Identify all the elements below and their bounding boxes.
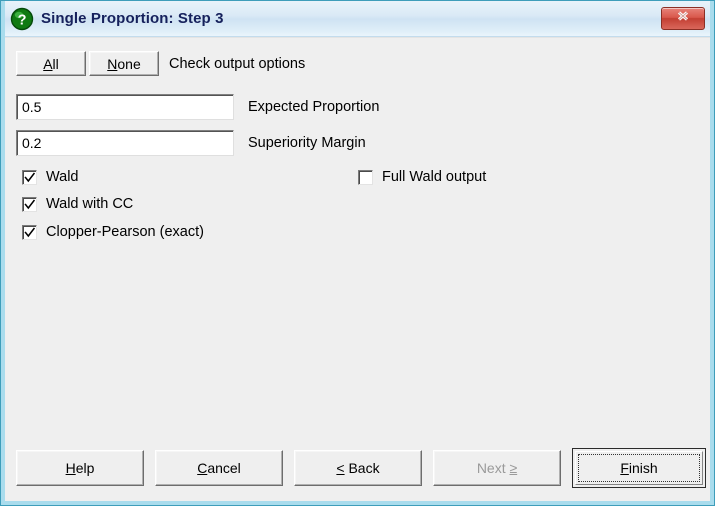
checkmark-icon: [24, 198, 36, 216]
help-rest: elp: [75, 460, 95, 476]
svg-text:?: ?: [18, 12, 27, 28]
finish-label: Finish: [620, 460, 657, 476]
check-output-options-hint: Check output options: [169, 55, 306, 72]
next-post: ≥: [509, 460, 518, 476]
select-all-accel: A: [43, 55, 53, 72]
select-all-label: All: [43, 56, 59, 72]
dialog-window: ? Single Proportion: Step 3 All None Che…: [0, 0, 715, 506]
select-none-button[interactable]: None: [89, 51, 159, 76]
checkbox-clopper-pearson-box[interactable]: [22, 224, 37, 240]
superiority-margin-label: Superiority Margin: [248, 135, 366, 151]
cancel-accel: C: [197, 460, 208, 476]
back-button[interactable]: < Back: [294, 450, 422, 486]
select-all-button[interactable]: All: [16, 51, 86, 76]
cancel-button[interactable]: Cancel: [155, 450, 283, 486]
checkmark-icon: [24, 171, 36, 189]
close-icon: [675, 9, 691, 28]
finish-accel: F: [620, 460, 629, 476]
finish-rest: inish: [628, 460, 658, 476]
checkbox-wald-with-cc-label: Wald with CC: [46, 196, 134, 212]
finish-button-inner: Finish: [575, 451, 703, 485]
cancel-label: Cancel: [197, 460, 241, 476]
expected-proportion-input[interactable]: 0.5: [16, 94, 234, 120]
checkbox-clopper-pearson-label: Clopper-Pearson (exact): [46, 224, 204, 240]
checkbox-wald-with-cc-box[interactable]: [22, 196, 37, 212]
question-mark-icon: ?: [10, 7, 34, 31]
checkbox-full-wald-output-label: Full Wald output: [382, 169, 487, 185]
next-pre: Next: [476, 460, 510, 476]
back-label: < Back: [336, 460, 379, 476]
select-none-rest: one: [117, 55, 141, 72]
back-rest: Back: [344, 460, 380, 476]
checkbox-wald[interactable]: Wald: [22, 169, 79, 185]
select-none-label: None: [107, 56, 140, 72]
help-label: Help: [66, 460, 95, 476]
back-accel: <: [336, 460, 345, 476]
select-all-rest: ll: [52, 55, 59, 72]
help-button[interactable]: Help: [16, 450, 144, 486]
superiority-margin-input[interactable]: 0.2: [16, 130, 234, 156]
checkbox-full-wald-output-box[interactable]: [358, 169, 373, 185]
select-none-accel: N: [107, 55, 118, 72]
checkbox-full-wald-output[interactable]: Full Wald output: [358, 169, 486, 185]
expected-proportion-label: Expected Proportion: [248, 99, 380, 115]
next-button[interactable]: Next ≥: [433, 450, 561, 486]
checkmark-icon: [24, 226, 36, 244]
title-bar: ? Single Proportion: Step 3: [1, 1, 714, 37]
checkbox-wald-with-cc[interactable]: Wald with CC: [22, 196, 133, 212]
cancel-rest: ancel: [207, 460, 241, 476]
checkbox-wald-box[interactable]: [22, 169, 37, 185]
checkbox-wald-label: Wald: [46, 169, 79, 185]
dialog-body: All None Check output options 0.5 Expect…: [5, 37, 710, 501]
checkbox-clopper-pearson[interactable]: Clopper-Pearson (exact): [22, 224, 204, 240]
window-title: Single Proportion: Step 3: [41, 10, 224, 27]
help-accel: H: [65, 460, 76, 476]
close-button[interactable]: [661, 7, 705, 30]
next-label: Next ≥: [477, 460, 517, 476]
finish-button[interactable]: Finish: [572, 448, 706, 488]
